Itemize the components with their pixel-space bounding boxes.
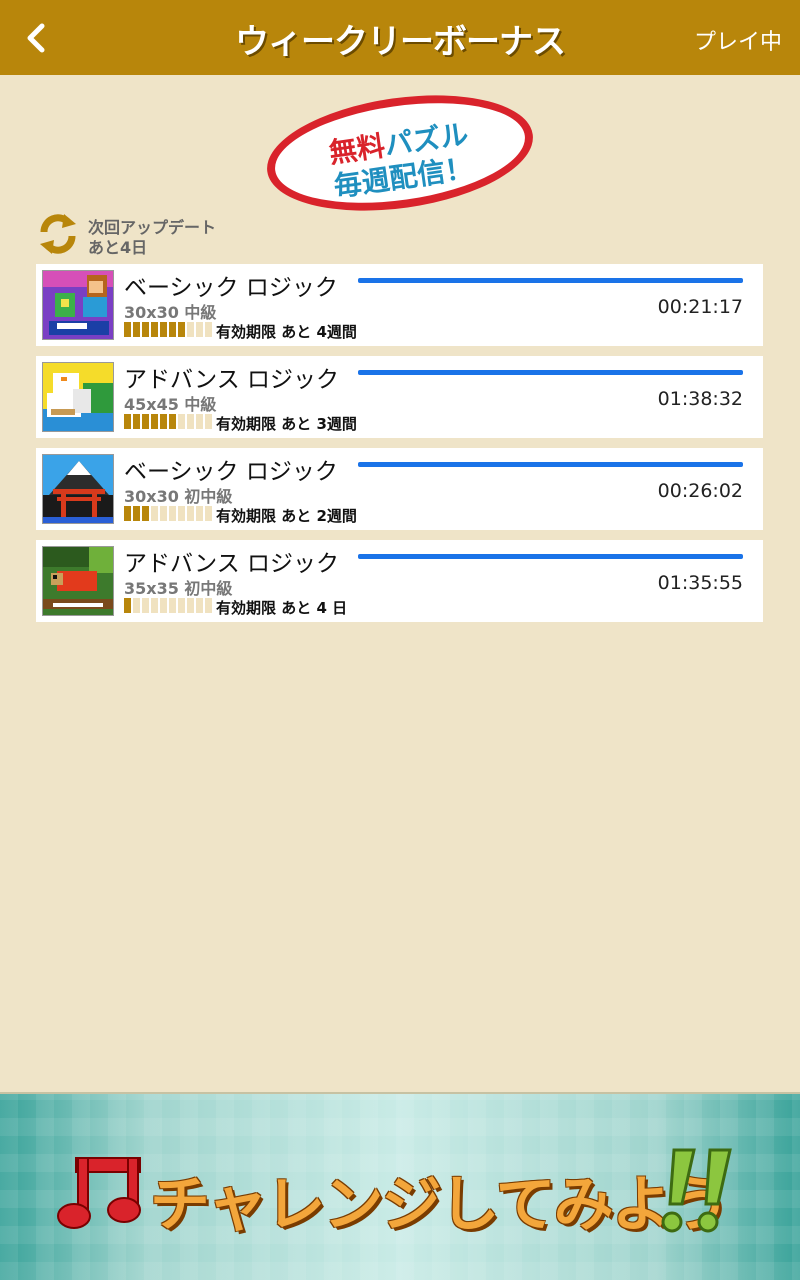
progress-bar: [358, 370, 743, 375]
play-time: 01:35:55: [657, 572, 743, 594]
puzzle-card[interactable]: アドバンス ロジック 45x45 中級 01:38:32 有効期限 あと 3週間: [36, 356, 763, 438]
level-cell-empty: [178, 598, 185, 613]
level-cell-filled: [169, 414, 176, 429]
level-cell-empty: [160, 598, 167, 613]
progress-bar: [358, 554, 743, 559]
level-cell-empty: [196, 506, 203, 521]
challenge-text: チャレンジしてみよう: [150, 1170, 730, 1240]
level-cell-filled: [142, 414, 149, 429]
expiry-text: 有効期限 あと 4週間: [216, 323, 357, 341]
update-remaining: あと4日: [88, 238, 148, 257]
level-cell-empty: [178, 506, 185, 521]
level-cell-filled: [124, 598, 131, 613]
puzzle-size: 30x30 中級: [124, 303, 217, 322]
puzzle-size: 30x30 初中級: [124, 487, 233, 506]
level-cell-empty: [142, 598, 149, 613]
puzzle-card[interactable]: ベーシック ロジック 30x30 初中級 00:26:02 有効期限 あと 2週…: [36, 448, 763, 530]
level-cell-empty: [205, 414, 212, 429]
free-puzzle-badge: 無料パズル 毎週配信！: [259, 79, 541, 227]
puzzle-name: ベーシック ロジック: [124, 275, 338, 301]
level-cell-filled: [142, 506, 149, 521]
playing-button[interactable]: プレイ中: [694, 24, 782, 56]
level-cell-filled: [178, 322, 185, 337]
header-bar: ウィークリーボーナス プレイ中: [0, 0, 800, 75]
puzzle-card[interactable]: ベーシック ロジック 30x30 中級 00:21:17 有効期限 あと 4週間: [36, 264, 763, 346]
play-time: 01:38:32: [657, 388, 743, 410]
level-cell-empty: [169, 506, 176, 521]
level-cell-empty: [187, 598, 194, 613]
level-cell-filled: [133, 322, 140, 337]
update-text: 次回アップデート あと4日: [88, 218, 288, 258]
difficulty-meter: [124, 414, 214, 430]
level-cell-filled: [133, 506, 140, 521]
difficulty-meter: [124, 598, 214, 614]
progress-bar: [358, 462, 743, 467]
play-time: 00:21:17: [657, 296, 743, 318]
level-cell-filled: [151, 414, 158, 429]
level-cell-empty: [205, 598, 212, 613]
level-cell-empty: [160, 506, 167, 521]
level-cell-filled: [160, 322, 167, 337]
level-cell-empty: [196, 598, 203, 613]
expiry-text: 有効期限 あと 2週間: [216, 507, 357, 525]
swans-thumbnail: [42, 362, 114, 432]
level-cell-filled: [160, 414, 167, 429]
level-cell-empty: [205, 506, 212, 521]
level-cell-empty: [205, 322, 212, 337]
puzzle-name: アドバンス ロジック: [124, 367, 340, 393]
level-cell-empty: [151, 506, 158, 521]
level-cell-empty: [187, 414, 194, 429]
girl-flowers-thumbnail: [42, 270, 114, 340]
level-cell-empty: [196, 322, 203, 337]
level-cell-filled: [124, 414, 131, 429]
level-cell-filled: [151, 322, 158, 337]
puzzle-size: 45x45 中級: [124, 395, 217, 414]
level-cell-filled: [142, 322, 149, 337]
play-time: 00:26:02: [657, 480, 743, 502]
puzzle-name: ベーシック ロジック: [124, 459, 338, 485]
update-label: 次回アップデート: [88, 218, 217, 237]
progress-bar: [358, 278, 743, 283]
music-note-icon: [57, 1157, 141, 1229]
level-cell-filled: [169, 322, 176, 337]
level-cell-empty: [187, 322, 194, 337]
puzzle-name: アドバンス ロジック: [124, 551, 340, 577]
expiry-text: 有効期限 あと 3週間: [216, 415, 357, 433]
difficulty-meter: [124, 322, 214, 338]
level-cell-empty: [196, 414, 203, 429]
level-cell-empty: [187, 506, 194, 521]
refresh-icon: [40, 214, 76, 254]
chameleon-thumbnail: [42, 546, 114, 616]
expiry-text: 有効期限 あと 4 日: [216, 599, 348, 617]
level-cell-empty: [178, 414, 185, 429]
puzzle-card[interactable]: アドバンス ロジック 35x35 初中級 01:35:55 有効期限 あと 4 …: [36, 540, 763, 622]
level-cell-empty: [151, 598, 158, 613]
level-cell-filled: [124, 322, 131, 337]
level-cell-empty: [133, 598, 140, 613]
fuji-torii-thumbnail: [42, 454, 114, 524]
difficulty-meter: [124, 506, 214, 522]
challenge-banner[interactable]: チャレンジしてみよう: [0, 1092, 800, 1280]
puzzle-size: 35x35 初中級: [124, 579, 233, 598]
double-exclamation-icon: [661, 1148, 732, 1233]
level-cell-empty: [169, 598, 176, 613]
level-cell-filled: [133, 414, 140, 429]
level-cell-filled: [124, 506, 131, 521]
puzzle-list: ベーシック ロジック 30x30 中級 00:21:17 有効期限 あと 4週間…: [36, 264, 763, 632]
page-title: ウィークリーボーナス: [235, 22, 566, 62]
